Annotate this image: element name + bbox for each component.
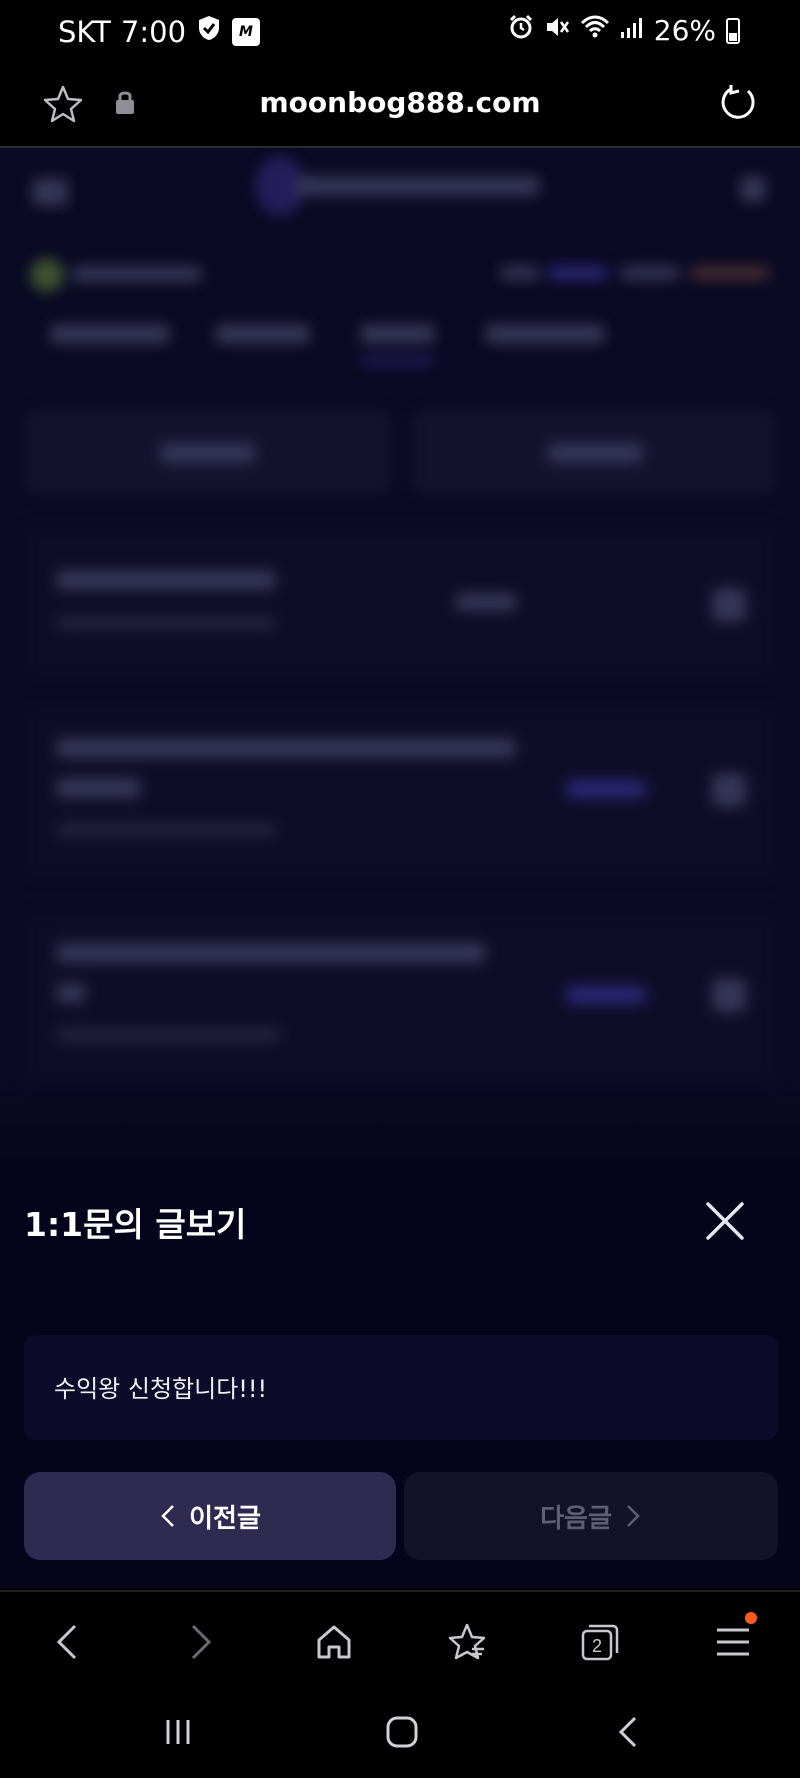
sheet-title: 1:1문의 글보기 <box>24 1205 247 1244</box>
chevron-left-icon <box>161 1505 174 1527</box>
next-post-label: 다음글 <box>540 1503 612 1534</box>
bookmarks-star-icon <box>448 1623 486 1660</box>
prev-post-button[interactable]: 이전글 <box>24 1472 396 1560</box>
browser-toolbar: 2 <box>0 1590 800 1690</box>
close-icon <box>706 1202 744 1240</box>
next-post-button[interactable]: 다음글 <box>404 1472 778 1560</box>
shield-icon <box>196 14 222 49</box>
message-text: 수익왕 신청합니다!!! <box>54 1375 268 1403</box>
mute-icon <box>544 14 570 47</box>
home-nav-button[interactable] <box>378 1710 426 1754</box>
recent-apps-icon <box>166 1720 190 1744</box>
tabs-button[interactable]: 2 <box>576 1618 624 1666</box>
home-square-icon <box>386 1716 418 1748</box>
notification-dot <box>745 1612 757 1624</box>
recent-apps-button[interactable] <box>154 1710 202 1754</box>
battery-percent: 26% <box>653 14 716 47</box>
forward-arrow-icon <box>191 1624 212 1660</box>
prev-post-label: 이전글 <box>189 1503 261 1534</box>
menu-button[interactable] <box>709 1612 757 1666</box>
android-nav-bar <box>0 1690 800 1778</box>
hamburger-menu-icon <box>717 1628 749 1656</box>
chevron-right-icon <box>626 1505 640 1527</box>
home-icon <box>317 1625 351 1659</box>
battery-icon <box>726 17 740 44</box>
tab-count: 2 <box>592 1636 602 1656</box>
url-field[interactable]: moonbog888.com <box>0 86 800 119</box>
bookmarks-button[interactable] <box>443 1618 491 1666</box>
close-button[interactable] <box>700 1196 750 1246</box>
address-bar: moonbog888.com <box>0 66 800 148</box>
back-nav-button[interactable] <box>604 1710 652 1754</box>
clock: 7:00 <box>120 14 187 49</box>
back-chevron-icon <box>618 1716 637 1748</box>
browser-forward-button[interactable] <box>178 1618 226 1666</box>
status-bar: SKT 7:00 M 26% <box>0 0 800 66</box>
wifi-icon <box>580 14 610 47</box>
mstock-app-icon: M <box>232 17 261 46</box>
home-button[interactable] <box>310 1618 358 1666</box>
browser-back-button[interactable] <box>42 1618 90 1666</box>
back-arrow-icon <box>56 1624 77 1660</box>
message-content: 수익왕 신청합니다!!! <box>24 1335 778 1440</box>
alarm-icon <box>508 14 534 47</box>
signal-icon <box>620 14 644 47</box>
carrier-label: SKT <box>58 14 111 49</box>
reload-icon[interactable] <box>718 83 758 129</box>
tabs-icon: 2 <box>581 1624 619 1661</box>
